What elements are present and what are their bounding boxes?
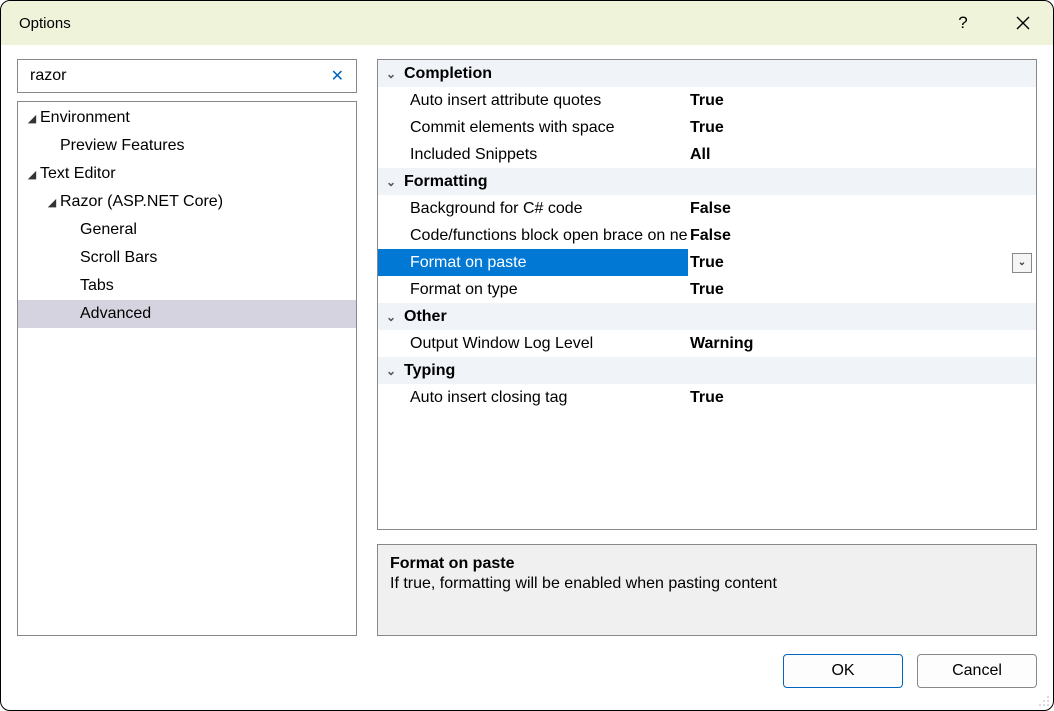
left-panel: ✕ ◢EnvironmentPreview Features◢Text Edit… — [17, 59, 357, 636]
property-name: Background for C# code — [404, 200, 688, 218]
property-category[interactable]: ⌄Other — [378, 303, 1036, 330]
chevron-down-icon: ⌄ — [378, 67, 404, 81]
category-label: Completion — [404, 65, 492, 83]
tree-item[interactable]: Tabs — [18, 272, 356, 300]
property-value[interactable]: False — [688, 200, 1036, 218]
chevron-down-icon: ◢ — [24, 112, 40, 125]
tree-item[interactable]: ◢Text Editor — [18, 160, 356, 188]
dialog-footer: OK Cancel — [1, 636, 1053, 710]
tree-item-label: Text Editor — [40, 165, 116, 183]
tree-item-label: Tabs — [80, 277, 114, 295]
close-icon — [1015, 15, 1031, 31]
property-value[interactable]: False — [688, 227, 1036, 245]
property-category[interactable]: ⌄Typing — [378, 357, 1036, 384]
property-row[interactable]: Output Window Log LevelWarning — [378, 330, 1036, 357]
nav-tree[interactable]: ◢EnvironmentPreview Features◢Text Editor… — [17, 101, 357, 636]
property-description: Format on paste If true, formatting will… — [377, 544, 1037, 636]
property-category[interactable]: ⌄Formatting — [378, 168, 1036, 195]
description-text: If true, formatting will be enabled when… — [390, 575, 1024, 593]
property-value[interactable]: Warning — [688, 335, 1036, 353]
category-label: Typing — [404, 362, 455, 380]
right-panel: ⌄CompletionAuto insert attribute quotesT… — [377, 59, 1037, 636]
property-value[interactable]: True⌄ — [688, 253, 1036, 273]
tree-item[interactable]: Advanced — [18, 300, 356, 328]
tree-item-label: Scroll Bars — [80, 249, 157, 267]
property-value[interactable]: All — [688, 146, 1036, 164]
property-row[interactable]: Background for C# codeFalse — [378, 195, 1036, 222]
tree-item-label: Environment — [40, 109, 130, 127]
help-button[interactable]: ? — [933, 1, 993, 45]
property-name: Auto insert closing tag — [404, 389, 688, 407]
category-label: Formatting — [404, 173, 488, 191]
tree-item-label: Preview Features — [60, 137, 185, 155]
tree-item[interactable]: Scroll Bars — [18, 244, 356, 272]
property-name: Format on type — [404, 281, 688, 299]
tree-item[interactable]: ◢Environment — [18, 104, 356, 132]
property-name: Commit elements with space — [404, 119, 688, 137]
property-name: Code/functions block open brace on next … — [404, 227, 688, 245]
tree-item-label: Razor (ASP.NET Core) — [60, 193, 223, 211]
tree-item[interactable]: Preview Features — [18, 132, 356, 160]
chevron-down-icon: ⌄ — [378, 175, 404, 189]
property-row[interactable]: Format on typeTrue — [378, 276, 1036, 303]
chevron-down-icon: ⌄ — [378, 310, 404, 324]
search-input[interactable] — [28, 66, 327, 86]
property-row[interactable]: Auto insert closing tagTrue — [378, 384, 1036, 411]
dropdown-icon[interactable]: ⌄ — [1012, 253, 1032, 273]
property-category[interactable]: ⌄Completion — [378, 60, 1036, 87]
ok-button[interactable]: OK — [783, 654, 903, 688]
property-name: Included Snippets — [404, 146, 688, 164]
property-name: Auto insert attribute quotes — [404, 92, 688, 110]
description-title: Format on paste — [390, 555, 1024, 573]
tree-item-label: Advanced — [80, 305, 151, 323]
property-row[interactable]: Included SnippetsAll — [378, 141, 1036, 168]
property-value[interactable]: True — [688, 92, 1036, 110]
resize-grip[interactable] — [1036, 693, 1050, 707]
options-dialog: Options ? ✕ ◢EnvironmentPreview Features… — [0, 0, 1054, 711]
chevron-down-icon: ◢ — [24, 168, 40, 181]
search-box[interactable]: ✕ — [17, 59, 357, 93]
tree-item-label: General — [80, 221, 137, 239]
tree-item[interactable]: General — [18, 216, 356, 244]
titlebar: Options ? — [1, 1, 1053, 45]
clear-search-icon[interactable]: ✕ — [327, 66, 348, 86]
property-grid[interactable]: ⌄CompletionAuto insert attribute quotesT… — [377, 59, 1037, 530]
chevron-down-icon: ◢ — [44, 196, 60, 209]
property-row[interactable]: Code/functions block open brace on next … — [378, 222, 1036, 249]
category-label: Other — [404, 308, 447, 326]
close-button[interactable] — [993, 1, 1053, 45]
chevron-down-icon: ⌄ — [378, 364, 404, 378]
property-value[interactable]: True — [688, 389, 1036, 407]
property-row[interactable]: Auto insert attribute quotesTrue — [378, 87, 1036, 114]
property-name: Output Window Log Level — [404, 335, 688, 353]
property-row[interactable]: Commit elements with spaceTrue — [378, 114, 1036, 141]
cancel-button[interactable]: Cancel — [917, 654, 1037, 688]
dialog-body: ✕ ◢EnvironmentPreview Features◢Text Edit… — [1, 45, 1053, 636]
tree-item[interactable]: ◢Razor (ASP.NET Core) — [18, 188, 356, 216]
property-value[interactable]: True — [688, 119, 1036, 137]
property-row[interactable]: Format on pasteTrue⌄ — [378, 249, 1036, 276]
window-title: Options — [19, 15, 933, 32]
property-name: Format on paste — [404, 254, 688, 272]
property-value[interactable]: True — [688, 281, 1036, 299]
